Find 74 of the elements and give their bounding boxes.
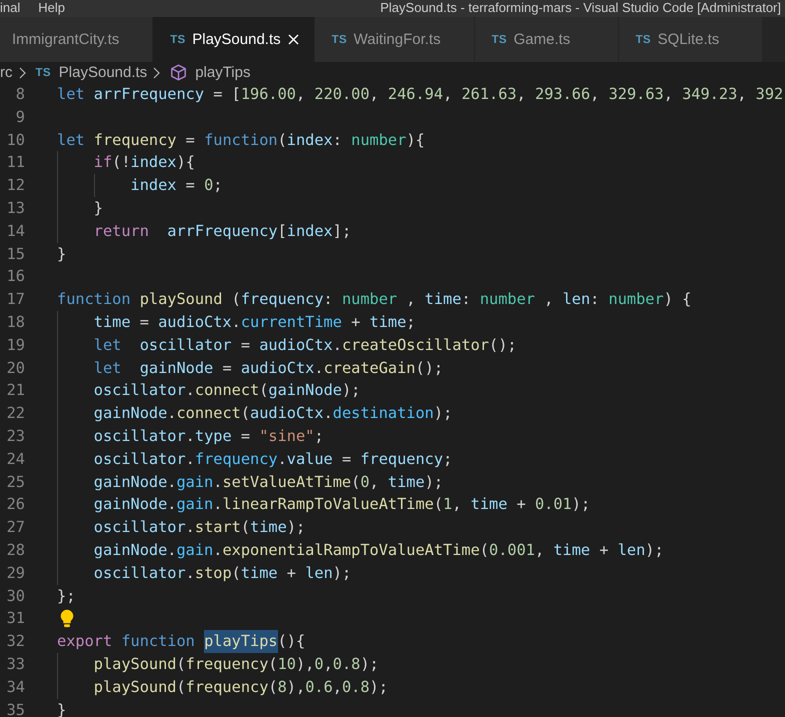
code-line: playSound(frequency(10),0,0.8);: [94, 654, 379, 675]
editor-tab[interactable]: TS Game.ts: [474, 17, 619, 62]
line-number: 18: [6, 312, 25, 333]
line-number: 30: [6, 586, 25, 607]
file-type-label: TS: [36, 66, 51, 78]
code-line: gainNode.connect(audioCtx.destination);: [94, 403, 452, 424]
breadcrumb-item[interactable]: playTips: [170, 64, 250, 81]
line-number: 10: [6, 130, 25, 151]
code-line: oscillator.stop(time + len);: [94, 562, 352, 584]
code-line: let oscillator = audioCtx.createOscillator();: [94, 334, 517, 356]
code-line: function playSound (frequency: number , time: number , len: number) {: [57, 289, 692, 310]
code-line: oscillator.connect(gainNode);: [94, 380, 360, 402]
line-number: 12: [6, 175, 25, 196]
code-line: gainNode.gain.setValueAtTime(0, time);: [94, 472, 444, 493]
file-type-label: TS: [492, 34, 508, 46]
editor-tab[interactable]: TS PlaySound.ts: [153, 17, 315, 62]
menu-item[interactable]: Help: [38, 0, 65, 15]
editor-tab[interactable]: TS WaitingFor.ts: [314, 17, 475, 62]
code-line: }: [57, 700, 66, 717]
code-line: export function playTips(){: [57, 630, 306, 653]
editor-tab[interactable]: TS SQLite.ts: [618, 17, 763, 62]
line-number: 29: [6, 562, 25, 584]
line-number: 21: [6, 380, 25, 402]
menu-item[interactable]: inal: [0, 0, 20, 15]
line-number: 20: [6, 358, 25, 379]
cube-icon: [170, 64, 188, 81]
code-line: index = 0;: [130, 175, 222, 196]
chevron-icon: [153, 66, 160, 78]
line-number: 16: [6, 266, 25, 288]
file-type-label: TS: [636, 34, 652, 46]
line-number: 25: [6, 472, 25, 493]
line-number: 34: [6, 676, 25, 698]
line-number: 13: [6, 198, 25, 219]
line-number: 14: [6, 220, 25, 242]
line-number: 35: [6, 700, 25, 717]
file-type-label: TS: [170, 34, 186, 46]
window-title: PlaySound.ts - terraforming-mars - Visual Studio Code [Administrator]: [380, 0, 782, 15]
code-line: }: [57, 244, 66, 265]
line-number: 15: [6, 244, 25, 265]
code-line: }: [94, 198, 103, 219]
line-number: 27: [6, 517, 25, 538]
line-number: 11: [6, 152, 25, 174]
line-number: 28: [6, 540, 25, 561]
line-number: 9: [14, 106, 25, 128]
code-line: gainNode.gain.linearRampToValueAtTime(1, time + 0.01);: [94, 494, 590, 516]
file-type-label: TS: [332, 34, 348, 46]
code-line: let frequency = function(index: number){: [57, 130, 425, 151]
breadcrumb-item[interactable]: rc: [0, 64, 12, 81]
editor-tab[interactable]: ImmigrantCity.ts: [0, 17, 154, 62]
close-icon[interactable]: [288, 34, 300, 45]
code-line: return arrFrequency[index];: [94, 220, 352, 242]
line-number: 26: [6, 494, 25, 516]
code-line: oscillator.start(time);: [94, 517, 306, 538]
code-line: time = audioCtx.currentTime + time;: [94, 312, 416, 333]
lightbulb-icon[interactable]: [60, 609, 74, 628]
chevron-icon: [18, 66, 26, 78]
line-number: 32: [6, 631, 25, 652]
line-number: 24: [6, 448, 25, 470]
code-line: oscillator.frequency.value = frequency;: [94, 448, 452, 470]
code-line: gainNode.gain.exponentialRampToValueAtTime(0.001, time + len);: [94, 540, 664, 561]
line-number: 22: [6, 403, 25, 424]
code-line: playSound(frequency(8),0.6,0.8);: [94, 676, 388, 698]
breadcrumb-item[interactable]: TS PlaySound.ts: [36, 64, 148, 81]
line-number: 17: [6, 289, 25, 310]
line-number: 23: [6, 426, 25, 447]
code-line: let arrFrequency = [196.00, 220.00, 246.94, 261.63, 293.66, 329.63, 349.23, 392: [57, 84, 784, 105]
line-number: 31: [6, 608, 25, 630]
code-line: };: [57, 586, 76, 607]
code-line: oscillator.type = "sine";: [94, 426, 324, 447]
code-line: if(!index){: [94, 152, 195, 174]
line-number: 8: [14, 84, 25, 105]
code-line: let gainNode = audioCtx.createGain();: [94, 358, 444, 379]
line-number: 33: [6, 654, 25, 675]
line-number: 19: [6, 334, 25, 356]
